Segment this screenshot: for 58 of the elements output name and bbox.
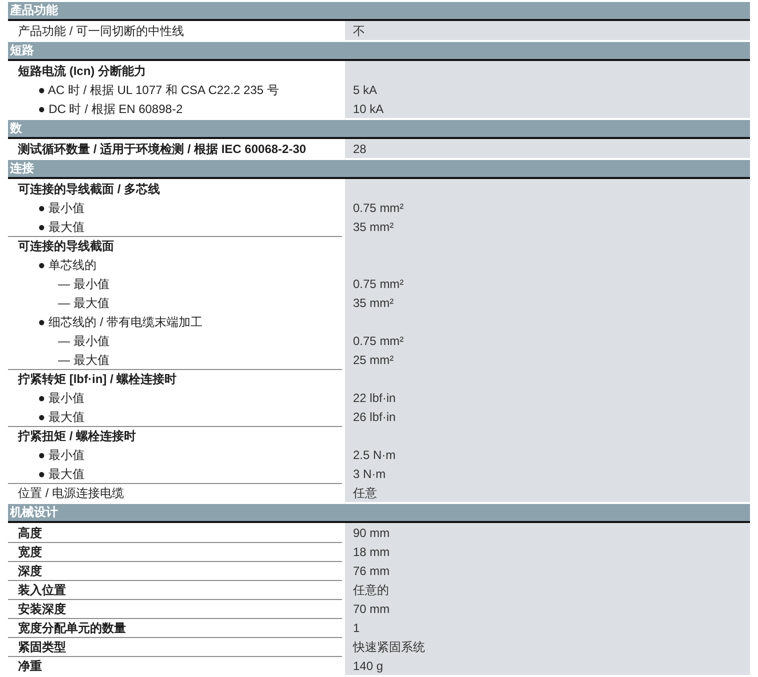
spec-label: 宽度 bbox=[8, 542, 342, 561]
spec-value: 35 mm² bbox=[345, 217, 750, 236]
spec-value: 28 bbox=[345, 139, 750, 158]
spec-value: 22 lbf·in bbox=[345, 388, 750, 407]
spec-label: 宽度分配单元的数量 bbox=[8, 618, 342, 637]
spec-value: 1 bbox=[345, 618, 750, 637]
spec-label: 位置 / 电源连接电缆 bbox=[8, 483, 342, 502]
spec-value: 18 mm bbox=[345, 542, 750, 561]
spec-label: 可连接的导线截面 bbox=[8, 236, 342, 255]
spec-value: 70 mm bbox=[345, 599, 750, 618]
section-header: 產品功能 bbox=[8, 2, 750, 21]
section-header: 连接 bbox=[8, 160, 750, 179]
spec-label: 装入位置 bbox=[8, 580, 342, 599]
spec-label: 短路电流 (Icn) 分断能力 bbox=[17, 63, 147, 80]
spec-label: 产品功能 / 可一同切断的中性线 bbox=[17, 23, 186, 40]
spec-label: ● 细芯线的 / 带有电缆末端加工 bbox=[37, 314, 204, 331]
spec-label: 深度 bbox=[8, 561, 342, 580]
spec-label: 高度 bbox=[17, 525, 43, 542]
section-header: 数 bbox=[8, 120, 750, 139]
spec-value: 35 mm² bbox=[345, 293, 750, 312]
spec-label: ● DC 时 / 根据 EN 60898-2 bbox=[37, 101, 184, 118]
spec-value: 任意 bbox=[345, 483, 750, 502]
spec-label: 净重 bbox=[8, 656, 342, 675]
spec-value: 26 lbf·in bbox=[345, 407, 750, 426]
spec-value: 10 kA bbox=[345, 99, 750, 118]
spec-value: 不 bbox=[345, 21, 750, 40]
spec-label: 紧固类型 bbox=[8, 637, 342, 656]
section-header: 短路 bbox=[8, 42, 750, 61]
spec-label: ● 最大值 bbox=[37, 466, 86, 483]
spec-label: ● 最大值 bbox=[37, 219, 86, 236]
spec-label: 测试循环数量 / 适用于环境检测 / 根据 IEC 60068-2-30 bbox=[17, 141, 308, 158]
spec-label: ● AC 时 / 根据 UL 1077 和 CSA C22.2 235 号 bbox=[37, 82, 280, 99]
spec-value: 0.75 mm² bbox=[345, 331, 750, 350]
spec-label: ● 单芯线的 bbox=[37, 257, 98, 274]
spec-value: 0.75 mm² bbox=[345, 274, 750, 293]
spec-value: 140 g bbox=[345, 656, 750, 675]
section-header: 机械设计 bbox=[8, 504, 750, 523]
spec-value: 3 N·m bbox=[345, 464, 750, 483]
spec-label: ● 最小值 bbox=[37, 390, 86, 407]
spec-value: 76 mm bbox=[345, 561, 750, 580]
spec-label: — 最大值 bbox=[57, 352, 110, 369]
spec-label: 拧紧扭矩 / 螺栓连接时 bbox=[8, 426, 342, 445]
spec-value: 2.5 N·m bbox=[345, 445, 750, 464]
spec-value: 90 mm bbox=[345, 523, 750, 542]
spec-label: — 最大值 bbox=[57, 295, 110, 312]
spec-label: 安装深度 bbox=[8, 599, 342, 618]
spec-label: 可连接的导线截面 / 多芯线 bbox=[17, 181, 162, 198]
spec-label: ● 最小值 bbox=[37, 200, 86, 217]
spec-value: 5 kA bbox=[345, 80, 750, 99]
spec-label: ● 最大值 bbox=[37, 409, 86, 426]
spec-value: 任意的 bbox=[345, 580, 750, 599]
spec-label: 拧紧转矩 [lbf·in] / 螺栓连接时 bbox=[8, 369, 342, 388]
spec-value: 快速紧固系统 bbox=[345, 637, 750, 656]
spec-value: 25 mm² bbox=[345, 350, 750, 369]
spec-value: 0.75 mm² bbox=[345, 198, 750, 217]
spec-label: — 最小值 bbox=[57, 276, 110, 293]
spec-label: ● 最小值 bbox=[37, 447, 86, 464]
spec-label: — 最小值 bbox=[57, 333, 110, 350]
